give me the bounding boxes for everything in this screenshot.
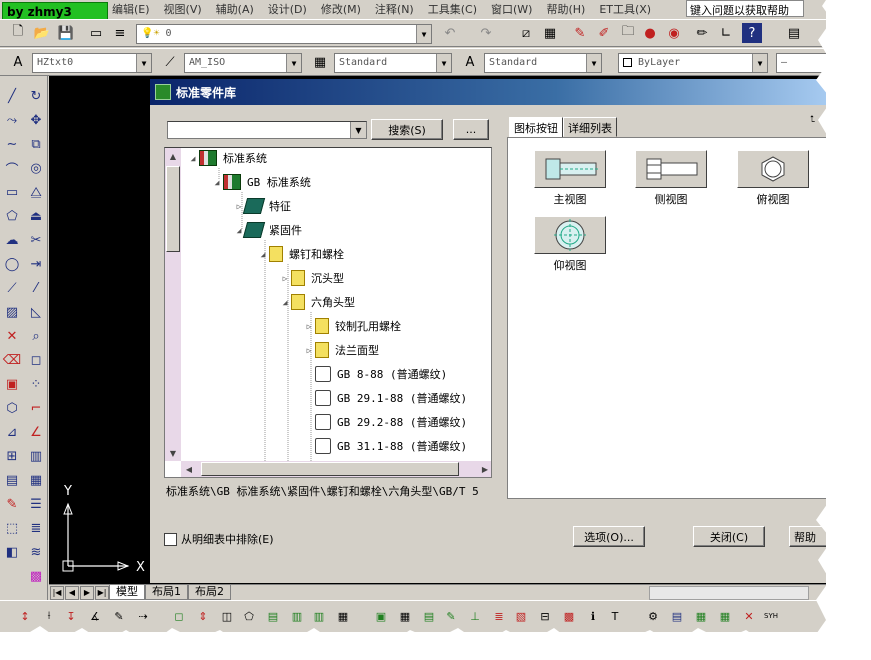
torn-edge-border bbox=[0, 0, 871, 660]
torn-edge-mask bbox=[0, 0, 871, 660]
